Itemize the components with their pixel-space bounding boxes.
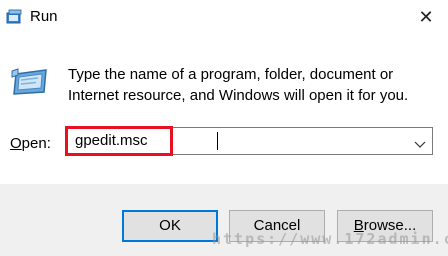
open-label-accelerator: O xyxy=(10,135,22,152)
dialog-content: Type the name of a program, folder, docu… xyxy=(0,34,448,184)
close-icon: ✕ xyxy=(418,6,434,27)
dialog-description: Type the name of a program, folder, docu… xyxy=(68,64,438,106)
open-label: Open: xyxy=(10,134,51,154)
description-line-2: Internet resource, and Windows will open… xyxy=(68,87,409,104)
open-combobox[interactable] xyxy=(66,127,433,155)
open-label-text: pen: xyxy=(21,135,51,152)
run-app-icon xyxy=(6,9,22,25)
ok-button[interactable]: OK xyxy=(122,210,218,242)
run-dialog-icon xyxy=(10,66,50,96)
run-dialog: Run ✕ Type the name of a program, folder… xyxy=(0,0,448,256)
description-line-1: Type the name of a program, folder, docu… xyxy=(68,66,394,83)
browse-label: rowse... xyxy=(363,217,417,234)
open-input[interactable] xyxy=(75,131,395,151)
title-bar: Run ✕ xyxy=(0,0,448,34)
close-button[interactable]: ✕ xyxy=(404,0,448,34)
browse-button[interactable]: Browse... xyxy=(337,210,433,242)
text-caret xyxy=(217,132,218,150)
cancel-button[interactable]: Cancel xyxy=(229,210,325,242)
browse-accelerator: B xyxy=(353,217,364,234)
chevron-down-icon[interactable] xyxy=(414,136,426,148)
window-title: Run xyxy=(30,8,58,25)
